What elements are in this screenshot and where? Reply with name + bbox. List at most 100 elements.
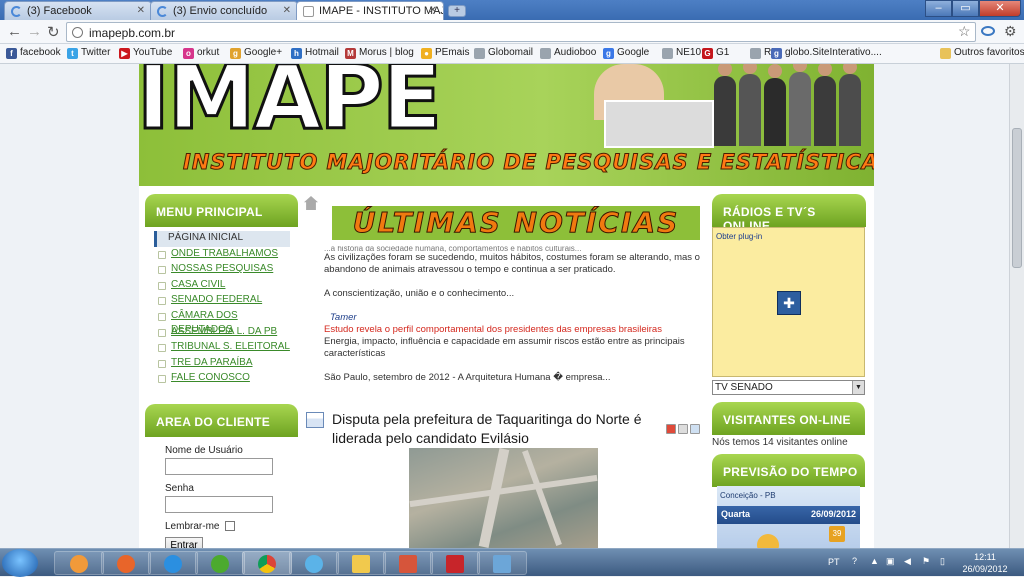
sun-icon xyxy=(757,534,779,548)
tab-envio[interactable]: (3) Envio concluído ✕ xyxy=(150,1,298,20)
other-bookmarks-folder[interactable]: Outros favoritos xyxy=(940,47,1024,59)
media-player-icon[interactable] xyxy=(54,551,104,575)
bookmark-12[interactable]: G G1 xyxy=(702,47,729,59)
bookmark-label: Hotmail xyxy=(305,47,339,58)
get-plugin-link[interactable]: Obter plug-in xyxy=(716,232,762,241)
new-tab-button[interactable]: + xyxy=(448,5,466,17)
menu-title: MENU PRINCIPAL xyxy=(145,194,298,227)
vertical-scrollbar[interactable] xyxy=(1009,64,1024,548)
print-icon[interactable] xyxy=(678,424,688,434)
password-input[interactable] xyxy=(165,496,273,513)
maximize-button[interactable]: ▭ xyxy=(952,0,979,17)
bookmark-10[interactable]: g Google xyxy=(603,47,649,59)
minimize-button[interactable]: – xyxy=(925,0,952,17)
bookmark-label: facebook xyxy=(20,47,61,58)
site-banner[interactable]: IMAPE INSTITUTO MAJORITÁRIO DE PESQUISAS… xyxy=(139,64,874,186)
bookmark-4[interactable]: g Google+ xyxy=(230,47,282,59)
battery-icon[interactable]: ▯ xyxy=(940,556,945,567)
language-indicator[interactable]: PT xyxy=(828,557,840,567)
network-icon[interactable]: ▣ xyxy=(886,556,895,567)
username-input[interactable] xyxy=(165,458,273,475)
menu-item-6[interactable]: ASSEMBLEIA L. DA PB xyxy=(154,325,298,341)
close-icon[interactable]: ✕ xyxy=(429,5,437,16)
menu-item-2[interactable]: NOSSAS PESQUISAS xyxy=(154,262,298,278)
internet-explorer-icon[interactable] xyxy=(148,551,198,575)
banner-person xyxy=(764,64,786,146)
chevron-up-icon[interactable]: ▲ xyxy=(870,556,879,566)
channel-select[interactable]: TV SENADO ▼ xyxy=(712,380,865,395)
plugin-icon[interactable]: ✚ xyxy=(777,291,801,315)
bookmark-9[interactable]: Audioboo xyxy=(540,47,596,59)
temperature: 39 xyxy=(829,526,845,542)
visitors-title: VISITANTES ON-LINE xyxy=(712,402,865,435)
bookmarks-bar: f facebook t Twitter ▶ YouTube o orkut g Google+ h… xyxy=(0,44,1024,64)
app-icon[interactable] xyxy=(383,551,433,575)
clock[interactable]: 12:11 26/09/2012 xyxy=(960,551,1010,575)
bookmark-star-icon[interactable]: ☆ xyxy=(958,23,971,40)
home-icon[interactable] xyxy=(304,196,318,210)
bookmark-label: PEmais xyxy=(435,47,470,58)
folder-icon[interactable] xyxy=(336,551,386,575)
photo-road xyxy=(409,474,598,508)
tab-facebook[interactable]: (3) Facebook ✕ xyxy=(4,1,152,20)
tab-imape[interactable]: IMAPE - INSTITUTO MAJ... ✕ xyxy=(296,1,444,20)
article-photo xyxy=(409,448,598,548)
weather-widget: Conceição - PB Quarta 26/09/2012 39 xyxy=(717,486,860,548)
scrollbar-thumb[interactable] xyxy=(1012,128,1022,268)
close-icon[interactable]: ✕ xyxy=(137,5,145,16)
back-arrow-icon[interactable]: ← xyxy=(7,23,22,40)
pdf-icon[interactable] xyxy=(666,424,676,434)
start-button[interactable] xyxy=(2,549,38,577)
messenger-icon[interactable] xyxy=(289,551,339,575)
address-bar[interactable]: imapepb.com.br xyxy=(66,22,976,42)
bookmark-0[interactable]: f facebook xyxy=(6,47,61,59)
menu-item-4[interactable]: SENADO FEDERAL xyxy=(154,293,298,309)
forward-arrow-icon[interactable]: → xyxy=(27,23,42,40)
news-headline[interactable]: Estudo revela o perfil comportamental do… xyxy=(324,324,704,336)
extension-icon[interactable] xyxy=(981,26,995,36)
main-menu: MENU PRINCIPAL PÁGINA INICIAL ONDE TRABAL… xyxy=(145,194,298,387)
right-column: RÁDIOS E TV´S ONLINE Obter plug-in ✚ TV … xyxy=(712,194,866,548)
wrench-menu-icon[interactable]: ⚙ xyxy=(1004,23,1017,40)
bookmark-14[interactable]: g globo.SiteInterativo.... xyxy=(771,47,882,59)
bookmark-5[interactable]: h Hotmail xyxy=(291,47,339,59)
reload-icon[interactable]: ↻ xyxy=(47,23,60,41)
close-window-button[interactable]: ✕ xyxy=(979,0,1021,17)
chrome-icon[interactable] xyxy=(242,551,292,575)
bookmark-2[interactable]: ▶ YouTube xyxy=(119,47,172,59)
latest-news-header: ÚLTIMAS NOTÍCIAS xyxy=(332,206,700,240)
help-icon[interactable]: ? xyxy=(852,556,857,566)
bookmark-7[interactable]: ● PEmais xyxy=(421,47,470,59)
app-icon[interactable] xyxy=(195,551,245,575)
password-label: Senha xyxy=(165,483,194,494)
orkut-icon: o xyxy=(183,48,194,59)
app-icon[interactable] xyxy=(430,551,480,575)
menu-item-9[interactable]: FALE CONOSCO xyxy=(154,371,298,387)
bookmark-11[interactable]: NE10 xyxy=(662,47,702,59)
tab-label: IMAPE - INSTITUTO MAJ... xyxy=(319,5,444,17)
login-button[interactable]: Entrar xyxy=(165,537,203,548)
image-viewer-icon[interactable] xyxy=(477,551,527,575)
globo-icon: g xyxy=(771,48,782,59)
menu-item-5[interactable]: CÂMARA DOS DEPUTADOS xyxy=(154,309,298,335)
bookmark-label: NE10 xyxy=(676,47,702,58)
email-icon[interactable] xyxy=(690,424,700,434)
flag-icon[interactable]: ⚑ xyxy=(922,556,930,567)
bookmark-3[interactable]: o orkut xyxy=(183,47,219,59)
news-ticker: ...a história da sociedade humana, compo… xyxy=(324,246,704,384)
menu-item-7[interactable]: TRIBUNAL S. ELEITORAL xyxy=(154,340,298,356)
volume-icon[interactable]: ◀ xyxy=(904,556,911,567)
bookmark-1[interactable]: t Twitter xyxy=(67,47,110,59)
menu-item-3[interactable]: CASA CIVIL xyxy=(154,278,298,294)
menu-item-0[interactable]: PÁGINA INICIAL xyxy=(154,231,290,247)
bookmark-8[interactable]: Globomail xyxy=(474,47,533,59)
close-icon[interactable]: ✕ xyxy=(283,5,291,16)
chevron-down-icon[interactable]: ▼ xyxy=(852,381,864,394)
facebook-icon: f xyxy=(6,48,17,59)
remember-checkbox[interactable] xyxy=(225,521,236,532)
article-title[interactable]: Disputa pela prefeitura de Taquaritinga … xyxy=(332,410,672,448)
bookmark-6[interactable]: M Morus | blog xyxy=(345,47,414,59)
menu-item-1[interactable]: ONDE TRABALHAMOS xyxy=(154,247,298,263)
firefox-icon[interactable] xyxy=(101,551,151,575)
menu-item-8[interactable]: TRE DA PARAÍBA xyxy=(154,356,298,372)
